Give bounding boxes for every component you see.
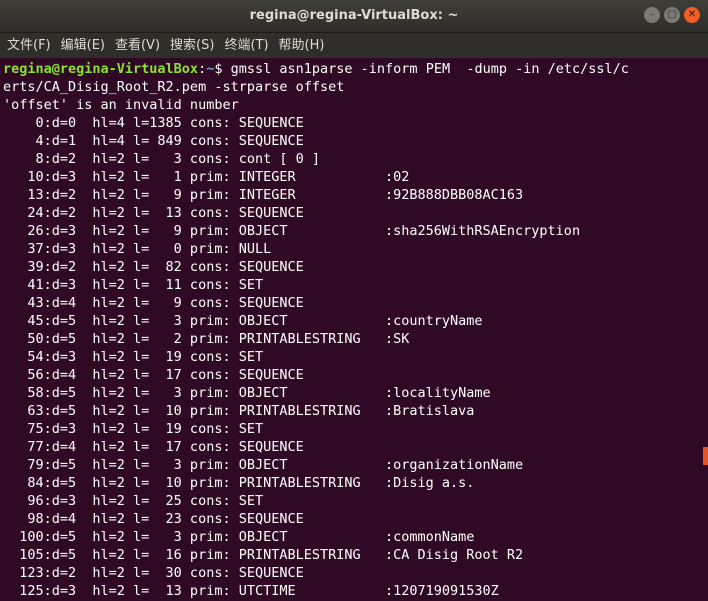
window-title: regina@regina-VirtualBox: ~ bbox=[249, 8, 459, 23]
prompt-symbol: $ bbox=[214, 61, 231, 77]
menu-edit[interactable]: 编辑(E) bbox=[56, 33, 110, 58]
output-line: 39:d=2 hl=2 l= 82 cons: SEQUENCE bbox=[3, 259, 304, 275]
output-line: 45:d=5 hl=2 l= 3 prim: OBJECT :countryNa… bbox=[3, 313, 483, 329]
command-text: gmssl asn1parse -inform PEM -dump -in /e… bbox=[230, 61, 629, 77]
close-button[interactable]: ✕ bbox=[684, 7, 700, 23]
output-line: 50:d=5 hl=2 l= 2 prim: PRINTABLESTRING :… bbox=[3, 331, 410, 347]
terminal-window: regina@regina-VirtualBox: ~ – ▢ ✕ 文件(F) … bbox=[0, 0, 708, 601]
output-line: 8:d=2 hl=2 l= 3 cons: cont [ 0 ] bbox=[3, 151, 320, 167]
output-line: 100:d=5 hl=2 l= 3 prim: OBJECT :commonNa… bbox=[3, 529, 475, 545]
output-line: 84:d=5 hl=2 l= 10 prim: PRINTABLESTRING … bbox=[3, 475, 475, 491]
output-lines: 'offset' is an invalid number 0:d=0 hl=4… bbox=[3, 96, 700, 600]
output-line: 125:d=3 hl=2 l= 13 prim: UTCTIME :120719… bbox=[3, 583, 499, 599]
menu-search[interactable]: 搜索(S) bbox=[165, 33, 219, 58]
output-line: 37:d=3 hl=2 l= 0 prim: NULL bbox=[3, 241, 272, 257]
output-line: 26:d=3 hl=2 l= 9 prim: OBJECT :sha256Wit… bbox=[3, 223, 581, 239]
prompt-separator: : bbox=[198, 61, 207, 77]
terminal-output[interactable]: regina@regina-VirtualBox:~$ gmssl asn1pa… bbox=[0, 58, 700, 601]
output-line: 98:d=4 hl=2 l= 23 cons: SEQUENCE bbox=[3, 511, 304, 527]
output-line: 75:d=3 hl=2 l= 19 cons: SET bbox=[3, 421, 264, 437]
output-line: 43:d=4 hl=2 l= 9 cons: SEQUENCE bbox=[3, 295, 304, 311]
output-line: 58:d=5 hl=2 l= 3 prim: OBJECT :localityN… bbox=[3, 385, 491, 401]
output-line: 96:d=3 hl=2 l= 25 cons: SET bbox=[3, 493, 264, 509]
menu-file[interactable]: 文件(F) bbox=[2, 33, 56, 58]
output-line: 77:d=4 hl=2 l= 17 cons: SEQUENCE bbox=[3, 439, 304, 455]
output-line: 63:d=5 hl=2 l= 10 prim: PRINTABLESTRING … bbox=[3, 403, 475, 419]
output-line: 105:d=5 hl=2 l= 16 prim: PRINTABLESTRING… bbox=[3, 547, 524, 563]
menu-terminal[interactable]: 终端(T) bbox=[219, 33, 273, 58]
output-line: 123:d=2 hl=2 l= 30 cons: SEQUENCE bbox=[3, 565, 304, 581]
output-line: 79:d=5 hl=2 l= 3 prim: OBJECT :organizat… bbox=[3, 457, 524, 473]
menu-view[interactable]: 查看(V) bbox=[110, 33, 165, 58]
maximize-button[interactable]: ▢ bbox=[664, 7, 680, 23]
output-line: 4:d=1 hl=4 l= 849 cons: SEQUENCE bbox=[3, 133, 304, 149]
output-line: 24:d=2 hl=2 l= 13 cons: SEQUENCE bbox=[3, 205, 304, 221]
title-bar[interactable]: regina@regina-VirtualBox: ~ – ▢ ✕ bbox=[0, 0, 708, 33]
output-line: 10:d=3 hl=2 l= 1 prim: INTEGER :02 bbox=[3, 169, 410, 185]
scrollbar-indicator[interactable] bbox=[703, 447, 708, 465]
menu-bar: 文件(F) 编辑(E) 查看(V) 搜索(S) 终端(T) 帮助(H) bbox=[0, 33, 708, 58]
output-line: 56:d=4 hl=2 l= 17 cons: SEQUENCE bbox=[3, 367, 304, 383]
prompt-user: regina@regina-VirtualBox bbox=[3, 61, 199, 77]
command-prompt-line: regina@regina-VirtualBox:~$ gmssl asn1pa… bbox=[3, 60, 700, 78]
menu-help[interactable]: 帮助(H) bbox=[274, 33, 330, 58]
output-line: 41:d=3 hl=2 l= 11 cons: SET bbox=[3, 277, 264, 293]
output-line: 13:d=2 hl=2 l= 9 prim: INTEGER :92B888DB… bbox=[3, 187, 524, 203]
output-line: 0:d=0 hl=4 l=1385 cons: SEQUENCE bbox=[3, 115, 304, 131]
output-line: 'offset' is an invalid number bbox=[3, 97, 239, 113]
output-line: 54:d=3 hl=2 l= 19 cons: SET bbox=[3, 349, 264, 365]
window-controls: – ▢ ✕ bbox=[644, 7, 700, 23]
command-continuation: erts/CA_Disig_Root_R2.pem -strparse offs… bbox=[3, 79, 345, 95]
minimize-button[interactable]: – bbox=[644, 7, 660, 23]
